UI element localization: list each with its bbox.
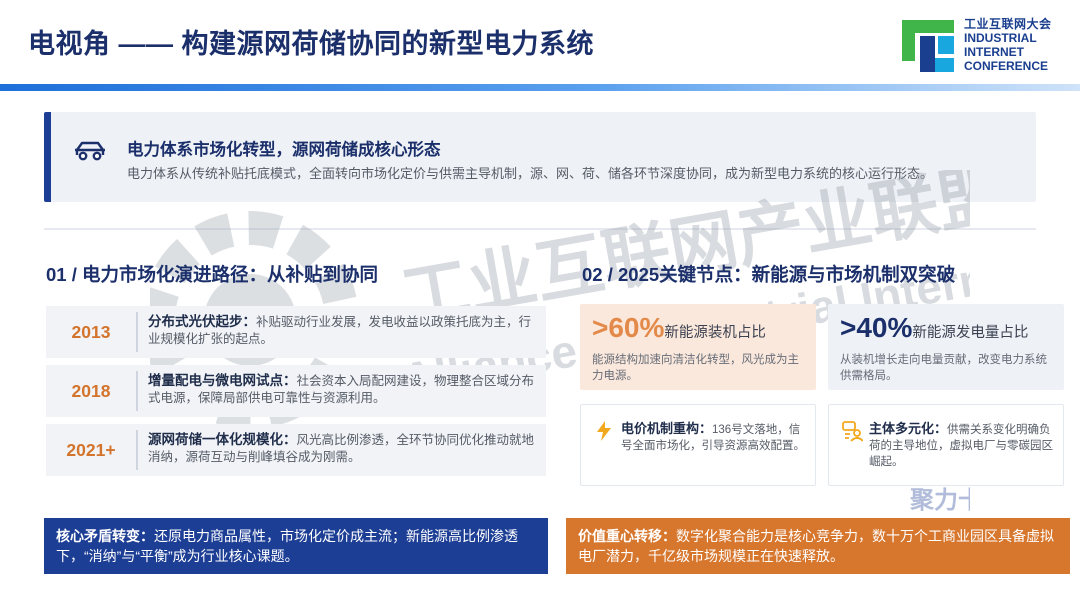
timeline-year: 2021+ [66,440,116,460]
page-title: 电视角 —— 构建源网荷储协同的新型电力系统 [28,29,595,59]
section-divider [44,228,1036,230]
watermark-slogan: 聚力十载 [909,487,970,514]
timeline-separator [136,312,138,352]
timeline-year: 2013 [71,322,111,342]
stat-card-capacity: >60%新能源装机占比 能源结构加速向清洁化转型，风光成为主力电源。 [580,304,816,390]
timeline-separator [136,430,138,470]
timeline-separator [136,371,138,411]
detail-head: 电价机制重构： [621,421,713,436]
summary-desc: 电力体系从传统补贴托底模式，全面转向市场化定价与供需主导机制，源、网、荷、储各环… [127,166,934,181]
logo-cn: 工业互联网大会 [964,17,1052,31]
detail-text: 主体多元化：供需关系变化明确负荷的主导地位，虚拟电厂与零碳园区崛起。 [869,421,1057,470]
banner-head: 价值重心转移： [578,528,676,544]
timeline-year: 2018 [71,381,111,401]
stat-desc: 能源结构加速向清洁化转型，风光成为主力电源。 [592,354,799,382]
header-rule [0,84,1080,91]
detail-text: 电价机制重构：136号文落地，信号全面市场化，引导资源高效配置。 [621,421,809,454]
stat-value: >60% [592,312,665,343]
banner-value-shift: 价值重心转移：数字化聚合能力是核心竞争力，数十万个工商业园区具备虚拟电厂潜力，千… [566,518,1070,574]
timeline-text: 增量配电与微电网试点：社会资本入局配网建设，物理整合区域分布式电源，保障局部供电… [148,372,538,407]
timeline-text: 源网荷储一体化规模化：风光高比例渗透，全环节协同优化推动就地消纳，源荷互动与削峰… [148,431,538,466]
stat-card-generation: >40%新能源发电量占比 从装机增长走向电量贡献，改变电力系统供需格局。 [828,304,1064,390]
conference-logo: 工业互联网大会 INDUSTRIAL INTERNET CONFERENCE [900,14,1070,76]
timeline-row: 2018 增量配电与微电网试点：社会资本入局配网建设，物理整合区域分布式电源，保… [46,365,546,417]
stat-headline: >40%新能源发电量占比 [840,312,1028,344]
logo-en-3: CONFERENCE [964,59,1049,73]
timeline-head: 分布式光伏起步： [148,314,256,329]
header: 电视角 —— 构建源网荷储协同的新型电力系统 工业互联网大会 INDUSTRIA… [0,0,1080,91]
car-icon [75,141,105,161]
banner-head: 核心矛盾转变： [56,528,154,544]
stat-headline: >60%新能源装机占比 [592,312,766,344]
logo-en-1: INDUSTRIAL [964,31,1037,45]
detail-card-diversification: 主体多元化：供需关系变化明确负荷的主导地位，虚拟电厂与零碳园区崛起。 [828,404,1064,486]
timeline-row: 2021+ 源网荷储一体化规模化：风光高比例渗透，全环节协同优化推动就地消纳，源… [46,424,546,476]
timeline-head: 源网荷储一体化规模化： [148,432,297,447]
logo-text: 工业互联网大会 INDUSTRIAL INTERNET CONFERENCE [964,17,1052,73]
logo-en-2: INTERNET [964,45,1024,59]
stat-label: 新能源装机占比 [664,325,766,341]
detail-head: 主体多元化： [869,421,948,436]
detail-card-pricing: 电价机制重构：136号文落地，信号全面市场化，引导资源高效配置。 [580,404,816,486]
stat-desc: 从装机增长走向电量贡献，改变电力系统供需格局。 [840,354,1047,382]
summary-title: 电力体系市场化转型，源网荷储成核心形态 [127,141,441,159]
timeline-head: 增量配电与微电网试点： [148,373,297,388]
timeline-text: 分布式光伏起步：补贴驱动行业发展，发电收益以政策托底为主，行业规模化扩张的起点。 [148,313,538,348]
summary-card: 电力体系市场化转型，源网荷储成核心形态 电力体系从传统补贴托底模式，全面转向市场… [44,112,1036,202]
section-title-milestones: 02 / 2025关键节点：新能源与市场机制双突破 [582,264,956,285]
people-icon [842,421,863,442]
banner-core-contradiction: 核心矛盾转变：还原电力商品属性，市场化定价成主流；新能源高比例渗透下，“消纳”与… [44,518,548,574]
stat-label: 新能源发电量占比 [912,325,1029,341]
section-title-evolution: 01 / 电力市场化演进路径：从补贴到协同 [46,264,378,285]
iic-logo-icon [902,20,954,72]
lightning-icon [597,421,611,441]
stat-value: >40% [840,312,913,343]
timeline-row: 2013 分布式光伏起步：补贴驱动行业发展，发电收益以政策托底为主，行业规模化扩… [46,306,546,358]
